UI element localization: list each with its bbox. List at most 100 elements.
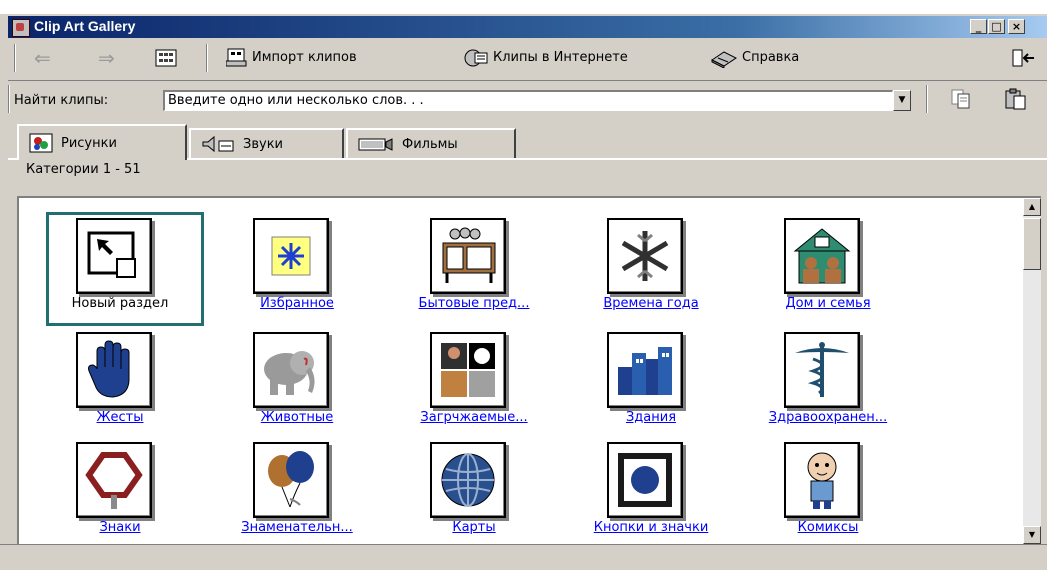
elephant-icon (264, 351, 315, 395)
paste-icon (1005, 88, 1026, 110)
category-label: Здравоохранен... (768, 410, 888, 425)
close-button[interactable]: × (1008, 19, 1025, 34)
category-thumbnail (784, 218, 860, 294)
category-tile-maps[interactable]: Карты (399, 438, 549, 544)
category-tile-home-family[interactable]: Дом и семья (753, 214, 903, 324)
category-label: Жесты (96, 410, 144, 425)
movies-icon (358, 138, 393, 151)
category-label: Здания (625, 410, 677, 425)
category-count: Категории 1 - 51 (26, 162, 141, 177)
house-family-icon (793, 228, 851, 284)
category-thumbnail (253, 442, 329, 518)
scroll-down-button[interactable]: ▼ (1023, 526, 1041, 544)
category-thumbnail (76, 218, 152, 294)
help-button[interactable]: Справка (710, 46, 799, 70)
category-tile-new[interactable]: Новый раздел (45, 214, 195, 324)
vertical-scrollbar[interactable]: ▲ ▼ (1023, 198, 1041, 544)
back-arrow-icon: ⇐ (34, 46, 51, 70)
copy-icon (951, 89, 970, 109)
category-thumbnail (607, 442, 683, 518)
import-clips-label: Импорт клипов (252, 50, 357, 65)
category-thumbnail (784, 442, 860, 518)
category-tile-downloaded[interactable]: Загрчжаемые... (399, 328, 549, 438)
toolbar-separator (14, 44, 16, 72)
category-tile-buttons-icons[interactable]: Кнопки и значки (576, 438, 726, 544)
category-thumbnail (607, 218, 683, 294)
category-tile-animals[interactable]: Животные (222, 328, 372, 438)
category-label: Новый раздел (71, 296, 169, 311)
category-thumbnail (784, 332, 860, 408)
copy-button[interactable] (950, 87, 972, 111)
category-tile-gestures[interactable]: Жесты (45, 328, 195, 438)
category-thumbnail (253, 332, 329, 408)
online-clips-icon (464, 49, 488, 67)
category-label: Животные (260, 410, 334, 425)
category-label: Избранное (260, 296, 334, 311)
paste-button[interactable] (1004, 87, 1028, 111)
scroll-up-button[interactable]: ▲ (1023, 198, 1041, 216)
category-thumbnail (76, 442, 152, 518)
toolbar-separator (206, 44, 208, 72)
clips-online-button[interactable]: Клипы в Интернете (463, 46, 628, 70)
search-dropdown-button[interactable]: ▼ (893, 90, 911, 111)
category-thumbnail (430, 442, 506, 518)
import-clips-button[interactable]: Импорт клипов (226, 46, 357, 70)
category-label: Загрчжаемые... (420, 410, 528, 425)
category-tile-buildings[interactable]: Здания (576, 328, 726, 438)
category-thumbnail (430, 218, 506, 294)
toolbar-separator (8, 85, 10, 113)
category-tile-healthcare[interactable]: Здравоохранен... (753, 328, 903, 438)
scroll-thumb[interactable] (1023, 218, 1041, 270)
tab-sounds-label: Звуки (243, 136, 283, 152)
household-tv-icon (442, 227, 496, 283)
snowflake-icon (621, 231, 669, 281)
tab-movies[interactable]: Фильмы (346, 128, 516, 158)
chevron-down-icon: ▼ (898, 95, 906, 105)
view-thumbnails-button[interactable] (155, 46, 177, 70)
maximize-button[interactable]: □ (988, 19, 1005, 34)
category-thumbnail (253, 218, 329, 294)
category-tile-special-occasions[interactable]: Знаменательн... (222, 438, 372, 544)
category-tile-favorites[interactable]: Избранное (222, 214, 372, 324)
desktop-strip (0, 0, 1047, 14)
tab-sounds[interactable]: Звуки (189, 128, 344, 158)
category-label: Знаменательн... (241, 520, 353, 535)
change-view-button[interactable] (1012, 46, 1036, 70)
category-label: Бытовые пред... (418, 296, 530, 311)
category-tile-household[interactable]: Бытовые пред... (399, 214, 549, 324)
downloaded-collage-icon (441, 343, 495, 397)
forward-button[interactable]: ⇒ (98, 46, 115, 70)
minimize-button[interactable]: _ (970, 19, 987, 34)
search-input[interactable]: Введите одно или несколько слов. . . (163, 90, 893, 111)
sign-icon (85, 452, 143, 509)
category-label: Знаки (99, 520, 141, 535)
import-clips-icon (226, 48, 247, 67)
category-label: Кнопки и значки (593, 520, 709, 535)
media-tabs: Рисунки Звуки Фильмы (8, 124, 1047, 162)
category-tile-comics[interactable]: Комиксы (753, 438, 903, 544)
search-label: Найти клипы: (14, 93, 109, 108)
favorites-star-icon (271, 236, 311, 276)
title-bar[interactable]: Clip Art Gallery _ □ × (8, 16, 1047, 38)
search-bar: Найти клипы: Введите одно или несколько … (8, 80, 1047, 117)
category-label: Дом и семья (785, 296, 871, 311)
category-thumbnail (607, 332, 683, 408)
balloons-icon (268, 451, 314, 508)
button-badge-icon (618, 453, 672, 507)
category-thumbnail (430, 332, 506, 408)
toolbar-separator (926, 85, 928, 113)
category-tile-signs[interactable]: Знаки (45, 438, 195, 544)
window-title: Clip Art Gallery (34, 18, 136, 34)
tab-movies-label: Фильмы (402, 136, 458, 152)
tab-pictures[interactable]: Рисунки (17, 124, 187, 160)
caduceus-icon (795, 342, 849, 397)
hand-icon (88, 340, 130, 398)
grid-view-icon (155, 49, 177, 67)
clips-online-label: Клипы в Интернете (493, 50, 628, 65)
category-label: Комиксы (797, 520, 859, 535)
main-toolbar: ⇐ ⇒ Импорт клипов Клипы в Интернете Спра… (8, 40, 1047, 76)
status-bar (0, 544, 1047, 570)
help-label: Справка (742, 50, 800, 65)
back-button[interactable]: ⇐ (34, 46, 51, 70)
category-tile-seasons[interactable]: Времена года (576, 214, 726, 324)
